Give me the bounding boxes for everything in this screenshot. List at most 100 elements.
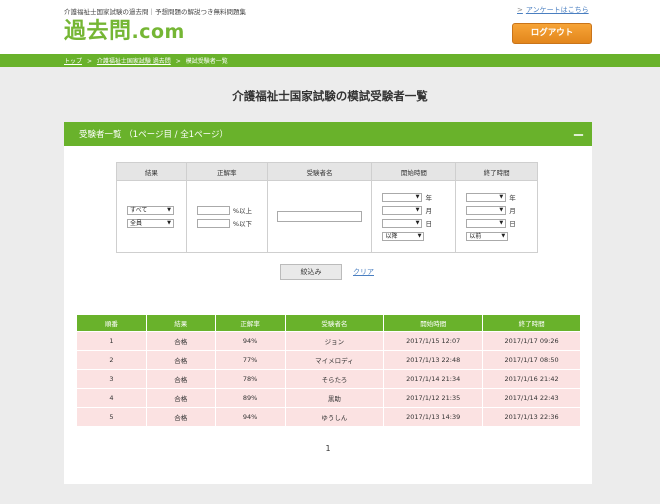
panel-title: 受験者一覧 （1ページ目 / 全1ページ）: [79, 130, 228, 140]
logo-domain: .com: [131, 21, 185, 43]
cell-rate: 89%: [214, 388, 286, 408]
start-month-select[interactable]: ▼: [382, 205, 423, 215]
cell-end: 2017/1/17 08:50: [482, 350, 581, 370]
breadcrumb-separator: >: [175, 58, 181, 65]
breadcrumb: トップ > 介護福祉士国家試験 過去問 > 模試受験者一覧: [64, 56, 231, 65]
chevron-down-icon: ▼: [415, 219, 420, 226]
filter-header-result: 結果: [116, 162, 187, 181]
cell-name: ジョン: [284, 331, 385, 351]
cell-name: マイメロディ: [284, 350, 385, 370]
chevron-down-icon: ▼: [167, 219, 171, 226]
filter-cell-start: ▼ 年 ▼ 月 ▼ 日 以降 ▼: [371, 180, 457, 253]
rate-max-input[interactable]: [196, 218, 230, 228]
table-row: 1 合格 94% ジョン 2017/1/15 12:07 2017/1/17 0…: [76, 331, 581, 351]
cell-end: 2017/1/14 22:43: [482, 388, 581, 408]
breadcrumb-bar: トップ > 介護福祉士国家試験 過去問 > 模試受験者一覧: [0, 54, 660, 67]
page-number-current[interactable]: 1: [325, 444, 330, 453]
cell-result: 合格: [145, 350, 216, 370]
clear-filter-link[interactable]: クリア: [353, 267, 374, 277]
logo-main: 過去問: [64, 19, 132, 44]
table-row: 5 合格 94% ゆうしん 2017/1/13 14:39 2017/1/13 …: [76, 407, 581, 427]
cell-rate: 77%: [214, 350, 286, 370]
filter-cell-rate: %以上 %以下: [185, 180, 268, 253]
pagination: 1: [64, 444, 592, 453]
cell-result: 合格: [145, 407, 216, 427]
start-year-label: 年: [425, 194, 432, 202]
results-table: 順番 結果 正解率 受験者名 開始時間 終了時間 1 合格 94% ジョン 20…: [76, 314, 581, 427]
col-header-name[interactable]: 受験者名: [284, 314, 385, 332]
cell-order: 3: [76, 369, 147, 389]
col-header-order[interactable]: 順番: [76, 314, 147, 332]
col-header-end[interactable]: 終了時間: [482, 314, 581, 332]
filter-header-name: 受験者名: [266, 162, 373, 181]
cell-start: 2017/1/14 21:34: [383, 369, 484, 389]
start-mode-select[interactable]: 以降 ▼: [382, 231, 425, 241]
table-row: 2 合格 77% マイメロディ 2017/1/13 22:48 2017/1/1…: [76, 350, 581, 370]
end-mode-select[interactable]: 以前 ▼: [466, 231, 509, 241]
start-year-select[interactable]: ▼: [382, 192, 423, 202]
rate-min-input[interactable]: [196, 205, 230, 215]
logout-button[interactable]: ログアウト: [512, 23, 592, 44]
result-select[interactable]: すべて ▼: [127, 205, 174, 215]
table-row: 3 合格 78% そらたろ 2017/1/14 21:34 2017/1/16 …: [76, 369, 581, 389]
cell-order: 4: [76, 388, 147, 408]
site-tagline: 介護福祉士国家試験の過去問｜予想問題の解説つき無料問題集: [64, 8, 246, 16]
start-day-select[interactable]: ▼: [382, 218, 423, 228]
cell-end: 2017/1/16 21:42: [482, 369, 581, 389]
col-header-result[interactable]: 結果: [145, 314, 216, 332]
chevron-down-icon: ▼: [415, 193, 420, 200]
cell-order: 5: [76, 407, 147, 427]
filter-submit-button[interactable]: 絞込み: [280, 264, 342, 280]
rate-min-label: %以上: [232, 207, 253, 215]
cell-start: 2017/1/13 22:48: [383, 350, 484, 370]
examinee-name-input[interactable]: [276, 211, 362, 222]
cell-result: 合格: [145, 388, 216, 408]
end-day-select[interactable]: ▼: [466, 218, 507, 228]
table-row: 4 合格 89% 黒助 2017/1/12 21:35 2017/1/14 22…: [76, 388, 581, 408]
cell-rate: 94%: [214, 407, 286, 427]
breadcrumb-item-exam[interactable]: 介護福祉士国家試験 過去問: [97, 58, 171, 65]
page-title: 介護福祉士国家試験の模試受験者一覧: [232, 89, 428, 103]
chevron-down-icon: ▼: [499, 206, 504, 213]
filter-header-rate: 正解率: [185, 162, 268, 181]
panel-header[interactable]: 受験者一覧 （1ページ目 / 全1ページ） ー: [64, 122, 592, 146]
breadcrumb-item-top[interactable]: トップ: [64, 58, 82, 65]
end-month-select[interactable]: ▼: [466, 205, 507, 215]
cell-result: 合格: [145, 331, 216, 351]
site-header: 介護福祉士国家試験の過去問｜予想問題の解説つき無料問題集 過去問.com > アン…: [0, 0, 660, 54]
cell-name: ゆうしん: [284, 407, 385, 427]
col-header-start[interactable]: 開始時間: [383, 314, 484, 332]
cell-start: 2017/1/15 12:07: [383, 331, 484, 351]
end-year-select[interactable]: ▼: [466, 192, 507, 202]
end-day-label: 日: [509, 220, 516, 228]
cell-result: 合格: [145, 369, 216, 389]
cell-start: 2017/1/12 21:35: [383, 388, 484, 408]
filter-cell-name: [266, 180, 373, 253]
col-header-rate[interactable]: 正解率: [214, 314, 286, 332]
cell-name: そらたろ: [284, 369, 385, 389]
filter-header-end: 終了時間: [455, 162, 538, 181]
filter-header-start: 開始時間: [371, 162, 457, 181]
chevron-down-icon: ▼: [501, 232, 506, 239]
examinee-panel: 受験者一覧 （1ページ目 / 全1ページ） ー 結果 正解率 受験者名 開始時間…: [64, 122, 592, 484]
chevron-down-icon: ▼: [499, 193, 504, 200]
end-year-label: 年: [509, 194, 516, 202]
filter-table: 結果 正解率 受験者名 開始時間 終了時間 すべて▼ 全員▼ %以上 %以下: [116, 162, 538, 253]
member-select[interactable]: 全員 ▼: [127, 218, 174, 228]
site-logo[interactable]: 過去問.com: [64, 19, 185, 45]
cell-order: 1: [76, 331, 147, 351]
end-month-label: 月: [509, 207, 516, 215]
chevron-down-icon: ▼: [167, 206, 171, 213]
survey-link[interactable]: > アンケートはこちら: [517, 5, 589, 15]
filter-cell-end: ▼ 年 ▼ 月 ▼ 日 以前 ▼: [455, 180, 538, 253]
start-month-label: 月: [425, 207, 432, 215]
cell-rate: 94%: [214, 331, 286, 351]
start-day-label: 日: [425, 220, 432, 228]
collapse-icon[interactable]: ー: [573, 127, 584, 143]
cell-start: 2017/1/13 14:39: [383, 407, 484, 427]
filter-cell-result: すべて ▼ 全員 ▼: [116, 180, 187, 253]
breadcrumb-separator: >: [86, 58, 92, 65]
cell-name: 黒助: [284, 388, 385, 408]
breadcrumb-item-current: 模試受験者一覧: [185, 58, 228, 65]
cell-order: 2: [76, 350, 147, 370]
